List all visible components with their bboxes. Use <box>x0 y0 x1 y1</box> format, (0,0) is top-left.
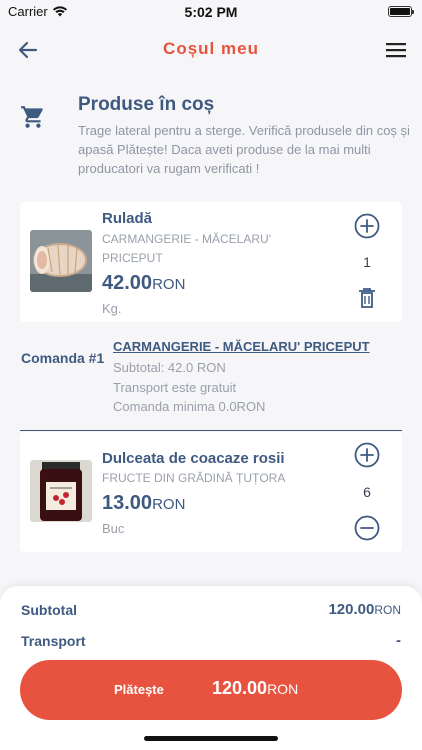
product-price: 42.00RON <box>102 272 185 295</box>
quantity-value: 1 <box>363 254 371 270</box>
product-image <box>30 460 92 522</box>
order-summary: Comanda #1 CARMANGERIE - MĂCELARU' PRICE… <box>0 336 422 430</box>
order-label: Comanda #1 <box>21 350 105 366</box>
pay-button[interactable]: Plătește 120.00RON <box>20 660 402 720</box>
product-producer: FRUCTE DIN GRĂDINĂ ȚUȚORA <box>102 471 286 485</box>
product-unit: Kg. <box>102 301 122 316</box>
transport-label: Transport <box>21 633 86 649</box>
nav-bar: Coșul meu <box>0 30 422 70</box>
subtotal-currency: RON <box>374 603 401 617</box>
divider <box>20 430 402 431</box>
home-indicator <box>144 736 278 741</box>
plus-circle-icon[interactable] <box>354 442 380 468</box>
price-value: 13.00 <box>102 492 153 514</box>
product-unit: Buc <box>102 521 125 536</box>
page-title: Coșul meu <box>163 39 259 58</box>
order-producer-link[interactable]: CARMANGERIE - MĂCELARU' PRICEPUT <box>113 339 370 354</box>
minus-circle-icon[interactable] <box>354 515 380 541</box>
status-bar: Carrier 5:02 PM <box>0 0 422 24</box>
price-currency: RON <box>152 276 186 293</box>
pay-total-amount: 120.00 <box>212 678 268 698</box>
checkout-panel: Subtotal 120.00RON Transport - Plătește … <box>0 586 422 750</box>
trash-icon[interactable] <box>354 285 380 311</box>
clock: 5:02 PM <box>184 4 238 20</box>
pay-total-currency: RON <box>267 681 299 697</box>
pay-button-total: 120.00RON <box>212 678 298 699</box>
product-price: 13.00RON <box>102 492 185 515</box>
battery-icon <box>388 6 414 17</box>
quantity-value: 6 <box>363 484 371 500</box>
order-transport: Transport este gratuit <box>113 380 237 395</box>
transport-value: - <box>396 632 401 649</box>
subtotal-label: Subtotal <box>21 602 77 618</box>
price-value: 42.00 <box>102 272 153 294</box>
pay-button-label: Plătește <box>114 682 164 697</box>
hamburger-menu-icon[interactable] <box>386 40 406 60</box>
order-minimum: Comanda minima 0.0RON <box>113 399 266 414</box>
product-image <box>30 230 92 292</box>
cart-item[interactable]: Ruladă CARMANGERIE - MĂCELARU' PRICEPUT … <box>20 202 402 322</box>
section-title: Produse în coș <box>78 94 215 115</box>
cart-icon <box>21 106 43 128</box>
product-name: Dulceata de coacaze rosii <box>102 450 285 467</box>
order-subtotal: Subtotal: 42.0 RON <box>113 360 226 375</box>
product-producer: CARMANGERIE - MĂCELARU' PRICEPUT <box>102 232 271 265</box>
subtotal-amount: 120.00 <box>328 601 375 618</box>
plus-circle-icon[interactable] <box>354 213 380 239</box>
cart-item[interactable]: Dulceata de coacaze rosii FRUCTE DIN GRĂ… <box>20 432 402 552</box>
subtotal-value: 120.00RON <box>328 601 401 618</box>
instructions-text: Trage lateral pentru a sterge. Verifică … <box>78 123 410 176</box>
price-currency: RON <box>152 496 186 513</box>
product-name: Ruladă <box>102 210 153 227</box>
